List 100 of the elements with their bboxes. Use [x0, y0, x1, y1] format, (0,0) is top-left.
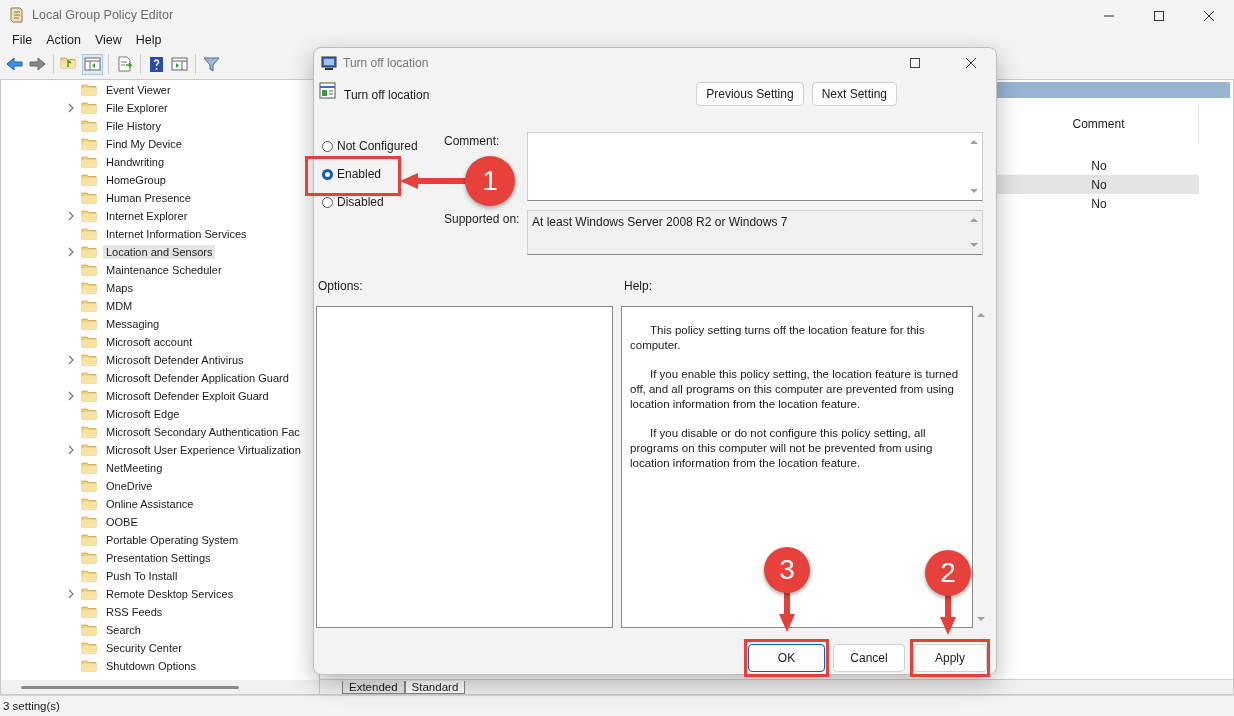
folder-icon	[81, 442, 97, 458]
folder-icon	[81, 478, 97, 494]
tree-item[interactable]: Location and Sensors	[103, 245, 216, 259]
tree-item[interactable]: Microsoft account	[103, 335, 196, 349]
tab[interactable]: Standard	[404, 681, 466, 694]
menu-item[interactable]: Action	[39, 31, 88, 49]
folder-icon	[81, 388, 97, 404]
setting-icon	[319, 82, 336, 99]
dialog-title: Turn off location	[343, 56, 429, 70]
tree-item[interactable]: Microsoft Defender Exploit Guard	[103, 389, 272, 403]
radio-button[interactable]	[322, 140, 333, 152]
folder-icon	[81, 424, 97, 440]
folder-icon	[81, 604, 97, 620]
dialog-button[interactable]: Cancel	[833, 644, 905, 672]
tree-item[interactable]: Security Center	[103, 641, 185, 655]
tree-item[interactable]: Internet Explorer	[103, 209, 191, 223]
window-title: Local Group Policy Editor	[32, 7, 174, 22]
scroll-down-icon[interactable]	[969, 187, 979, 195]
dialog-button[interactable]: Apply	[913, 644, 987, 672]
nav-button[interactable]: Next Setting	[811, 82, 897, 106]
tree-item[interactable]: File Explorer	[103, 101, 171, 115]
folder-icon	[81, 586, 97, 602]
expand-chevron-icon[interactable]	[66, 391, 76, 401]
tree-item[interactable]: Human Presence	[103, 191, 194, 205]
field-label: Comment:	[444, 134, 500, 148]
export-icon[interactable]	[115, 54, 134, 74]
tree-item[interactable]: Push To Install	[103, 569, 181, 583]
setting-heading: Turn off location	[344, 88, 430, 102]
expand-chevron-icon[interactable]	[66, 589, 76, 599]
folder-icon	[81, 280, 97, 296]
tree-item[interactable]: Microsoft Defender Application Guard	[103, 371, 292, 385]
filter-icon[interactable]	[202, 54, 221, 74]
folder-icon	[81, 298, 97, 314]
tree-item[interactable]: OOBE	[103, 515, 141, 529]
folder-icon	[81, 316, 97, 332]
folder-icon	[81, 172, 97, 188]
tree-item[interactable]: Online Assistance	[103, 497, 197, 511]
scroll-up-icon[interactable]	[969, 138, 979, 146]
tree-item[interactable]: Presentation Settings	[103, 551, 214, 565]
tree-item[interactable]: Microsoft Edge	[103, 407, 183, 421]
scroll-up-icon[interactable]	[976, 311, 986, 319]
table-cell-text: No	[1090, 157, 1108, 175]
expand-chevron-icon[interactable]	[66, 211, 76, 221]
tree-item[interactable]: Messaging	[103, 317, 163, 331]
tree-item[interactable]: Microsoft Secondary Authentication Fac	[103, 425, 303, 439]
tree-item[interactable]: Find My Device	[103, 137, 185, 151]
tree-item[interactable]: Remote Desktop Services	[103, 587, 237, 601]
dialog-button[interactable]: OK	[748, 644, 825, 672]
tree-item[interactable]: Handwriting	[103, 155, 168, 169]
scroll-up-icon[interactable]	[969, 216, 979, 224]
radio-label[interactable]: Not Configured	[337, 139, 418, 153]
scroll-down-icon[interactable]	[976, 615, 986, 623]
menu-item[interactable]: Help	[128, 31, 169, 49]
menu-item[interactable]: File	[5, 31, 40, 49]
tree-item[interactable]: MDM	[103, 299, 136, 313]
scrollbar-thumb[interactable]	[21, 685, 239, 689]
folder-icon	[81, 352, 97, 368]
tree-item[interactable]: Maintenance Scheduler	[103, 263, 225, 277]
expand-chevron-icon[interactable]	[66, 103, 76, 113]
radio-button[interactable]	[322, 196, 333, 208]
tree-item[interactable]: File History	[103, 119, 164, 133]
folder-icon	[81, 514, 97, 530]
tree-item[interactable]: Portable Operating System	[103, 533, 242, 547]
nav-button[interactable]: Previous Setting	[696, 82, 804, 106]
tree-item[interactable]: NetMeeting	[103, 461, 166, 475]
tree-item[interactable]: Search	[103, 623, 144, 637]
tree-item[interactable]: HomeGroup	[103, 173, 169, 187]
menu-item[interactable]: View	[87, 31, 129, 49]
radio-button[interactable]	[322, 168, 333, 180]
tree-item[interactable]: Maps	[103, 281, 136, 295]
folder-icon	[81, 82, 97, 98]
back-arrow-icon[interactable]	[5, 54, 24, 74]
folder-icon	[81, 118, 97, 134]
folder-icon	[81, 100, 97, 116]
scroll-down-icon[interactable]	[969, 241, 979, 249]
expand-chevron-icon[interactable]	[66, 355, 76, 365]
expand-chevron-icon[interactable]	[66, 445, 76, 455]
tree-item[interactable]: RSS Feeds	[103, 605, 166, 619]
tree-item[interactable]: Microsoft Defender Antivirus	[103, 353, 247, 367]
help-paragraph: If you disable or do not configure this policy setting, all programs on this computer will not be prevented from using location information from the location feature.	[630, 426, 934, 471]
comment-field[interactable]	[527, 132, 983, 201]
radio-label[interactable]: Disabled	[337, 195, 384, 209]
tab[interactable]: Extended	[342, 681, 405, 694]
help-icon[interactable]	[147, 54, 166, 74]
table-cell-text: No	[1090, 195, 1108, 213]
section-label: Help:	[624, 279, 652, 293]
field-label: Supported on:	[444, 212, 520, 226]
tree-item[interactable]: Shutdown Options	[103, 659, 199, 673]
tree-item[interactable]: Event Viewer	[103, 83, 174, 97]
tree-item[interactable]: OneDrive	[103, 479, 156, 493]
radio-label[interactable]: Enabled	[337, 167, 382, 181]
section-label: Options:	[318, 279, 364, 293]
tree-item[interactable]: Internet Information Services	[103, 227, 250, 241]
tree-item[interactable]: Microsoft User Experience Virtualization	[103, 443, 304, 457]
forward-arrow-icon[interactable]	[28, 54, 47, 74]
panel-icon[interactable]	[83, 54, 102, 74]
table-cell: No	[999, 175, 1199, 194]
column-header[interactable]: Comment	[999, 104, 1199, 144]
expand-chevron-icon[interactable]	[66, 247, 76, 257]
panel-icon[interactable]	[170, 54, 189, 74]
